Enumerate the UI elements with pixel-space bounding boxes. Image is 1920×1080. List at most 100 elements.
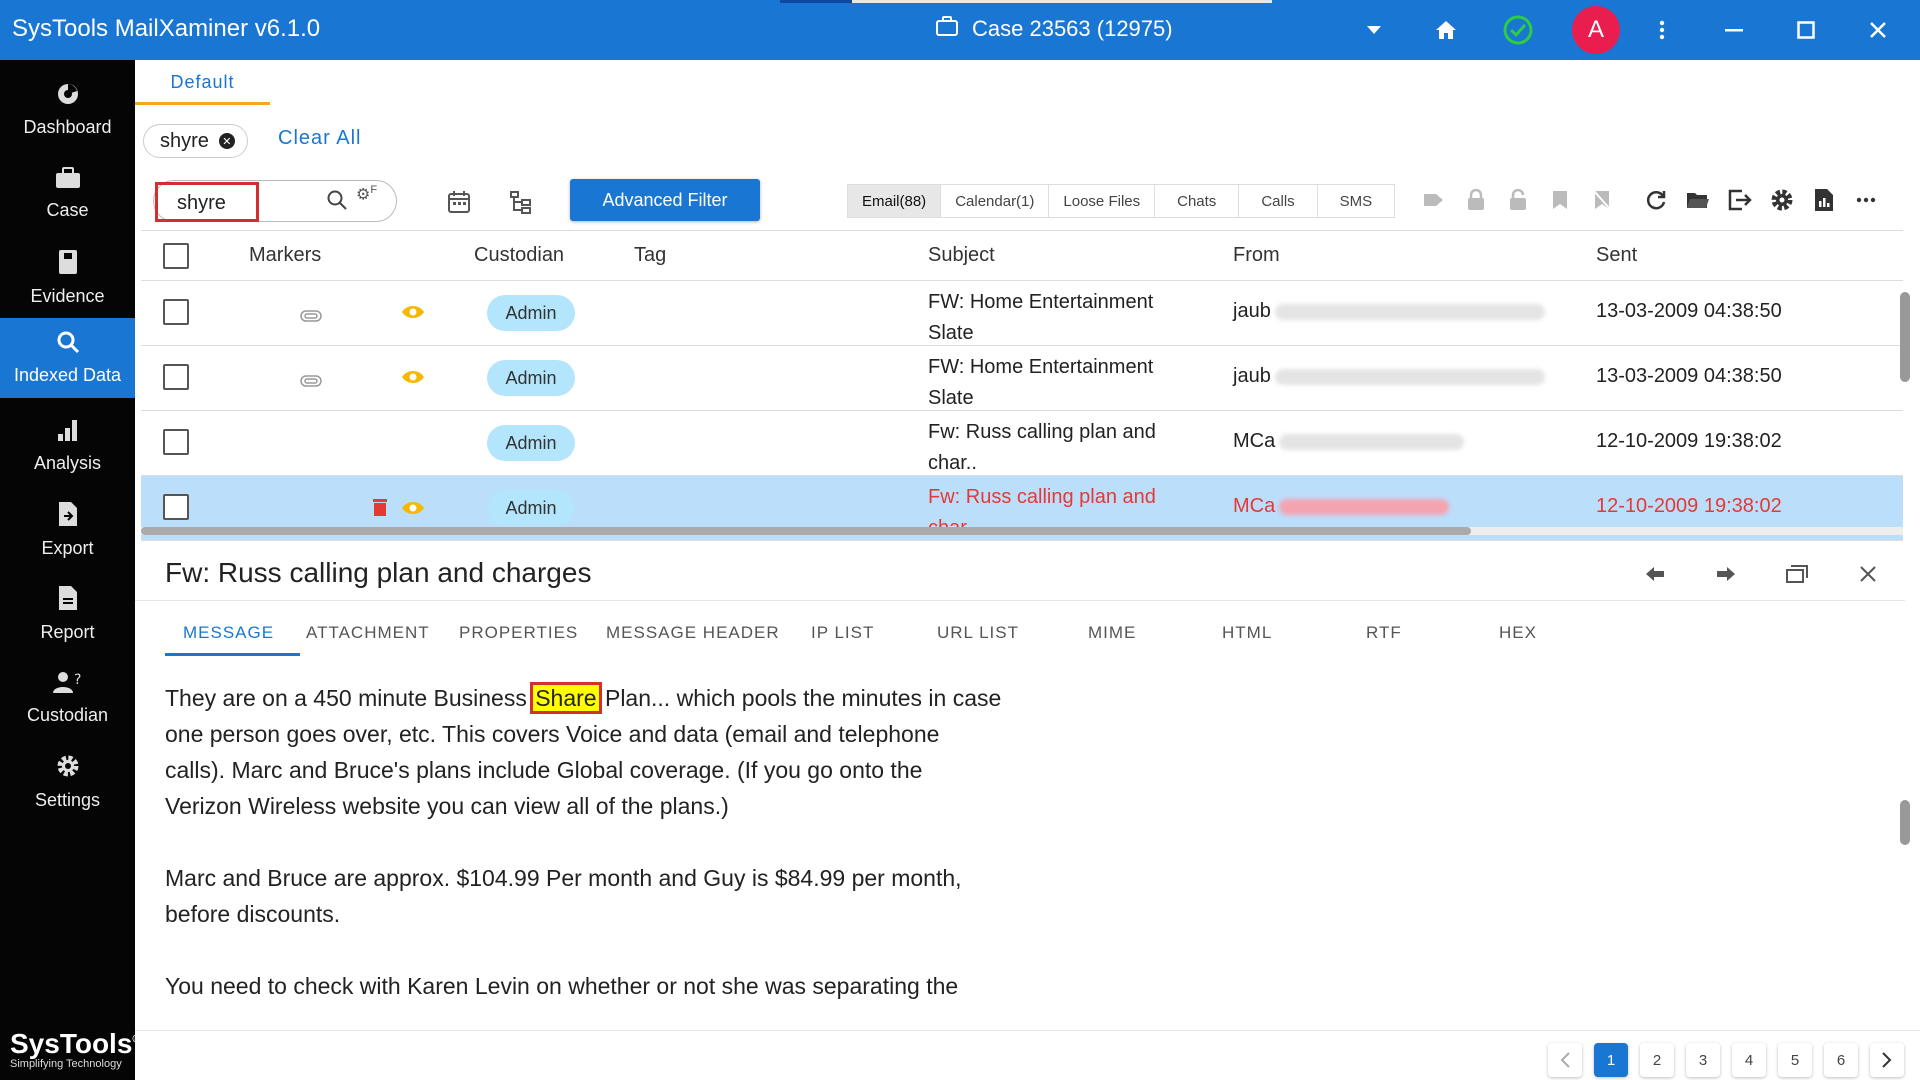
tab-attachment[interactable]: ATTACHMENT — [306, 623, 430, 643]
sidebar-item-report[interactable]: Report — [0, 574, 135, 654]
page-1[interactable]: 1 — [1594, 1043, 1628, 1077]
unlock-icon[interactable] — [1502, 184, 1534, 216]
delete-icon — [373, 498, 387, 522]
close-icon[interactable] — [1852, 558, 1884, 590]
table-row[interactable]: Admin Fw: Russ calling plan and char.. M… — [141, 411, 1903, 476]
tab-message[interactable]: MESSAGE — [183, 623, 274, 643]
previous-arrow-icon[interactable] — [1639, 558, 1671, 590]
row-from: jaub — [1233, 365, 1545, 388]
table-vertical-scrollbar[interactable] — [1900, 232, 1910, 532]
tab-url-list[interactable]: URL LIST — [937, 623, 1019, 643]
tab-email[interactable]: Email(88) — [848, 185, 942, 217]
tab-sms[interactable]: SMS — [1318, 185, 1395, 217]
next-arrow-icon[interactable] — [1710, 558, 1742, 590]
clear-all-button[interactable]: Clear All — [278, 127, 361, 150]
tag-icon[interactable] — [1418, 184, 1450, 216]
page-3[interactable]: 3 — [1686, 1043, 1720, 1077]
horizontal-scrollbar[interactable] — [141, 527, 1903, 535]
table-row[interactable]: Admin FW: Home Entertainment Slate jaub … — [141, 281, 1903, 346]
preview-vertical-scrollbar[interactable] — [1900, 660, 1910, 1070]
select-all-checkbox[interactable] — [163, 243, 189, 269]
tab-html[interactable]: HTML — [1222, 623, 1272, 643]
file-report-icon[interactable] — [1808, 184, 1840, 216]
chevron-down-icon[interactable] — [1358, 14, 1390, 46]
page-2[interactable]: 2 — [1640, 1043, 1674, 1077]
scrollbar-thumb[interactable] — [1900, 292, 1910, 382]
more-vertical-icon[interactable] — [1646, 14, 1678, 46]
sidebar-item-label: Settings — [34, 790, 101, 810]
page-5[interactable]: 5 — [1778, 1043, 1812, 1077]
tab-calendar[interactable]: Calendar(1) — [941, 185, 1050, 217]
home-icon[interactable] — [1430, 14, 1462, 46]
row-subject: Fw: Russ calling plan and char.. — [928, 421, 1156, 474]
tab-mime[interactable]: MIME — [1088, 623, 1136, 643]
tab-chats[interactable]: Chats — [1155, 185, 1240, 217]
status-check-icon[interactable] — [1502, 14, 1534, 46]
maximize-icon[interactable] — [1790, 14, 1822, 46]
avatar[interactable]: A — [1572, 6, 1620, 54]
row-checkbox[interactable] — [163, 429, 189, 455]
header-tag[interactable]: Tag — [634, 244, 666, 267]
sidebar-item-settings[interactable]: Settings — [0, 742, 135, 822]
refresh-icon[interactable] — [1640, 184, 1672, 216]
header-from[interactable]: From — [1233, 244, 1280, 267]
advanced-filter-button[interactable]: Advanced Filter — [570, 179, 760, 221]
folder-open-icon[interactable] — [1682, 184, 1714, 216]
page-4[interactable]: 4 — [1732, 1043, 1766, 1077]
next-page-icon[interactable] — [1870, 1043, 1904, 1077]
header-custodian[interactable]: Custodian — [474, 244, 564, 267]
header-markers[interactable]: Markers — [249, 244, 321, 267]
tab-message-header[interactable]: MESSAGE HEADER — [606, 623, 780, 643]
sidebar-item-indexed-data[interactable]: Indexed Data — [0, 318, 135, 398]
row-checkbox[interactable] — [163, 494, 189, 520]
scrollbar-thumb[interactable] — [1900, 800, 1910, 845]
brand-logo: SysTools® Simplifying Technology — [10, 1028, 141, 1070]
tab-calls[interactable]: Calls — [1239, 185, 1318, 217]
tab-rtf[interactable]: RTF — [1366, 623, 1402, 643]
filter-chip[interactable]: shyre ✕ — [143, 124, 248, 158]
popout-window-icon[interactable] — [1781, 558, 1813, 590]
bookmark-icon[interactable] — [1544, 184, 1576, 216]
row-from: MCa — [1233, 430, 1465, 453]
scrollbar-thumb[interactable] — [141, 527, 1471, 535]
close-icon[interactable]: ✕ — [218, 133, 235, 149]
report-file-icon — [58, 585, 78, 616]
case-selector[interactable]: Case 23563 (12975) — [936, 16, 1173, 42]
close-icon[interactable] — [1862, 14, 1894, 46]
tab-ip-list[interactable]: IP LIST — [811, 623, 874, 643]
header-sent[interactable]: Sent — [1596, 244, 1637, 267]
lock-icon[interactable] — [1460, 184, 1492, 216]
page-6[interactable]: 6 — [1824, 1043, 1858, 1077]
table-row[interactable]: Admin FW: Home Entertainment Slate jaub … — [141, 346, 1903, 411]
header-subject[interactable]: Subject — [928, 244, 995, 267]
previous-page-icon[interactable] — [1548, 1043, 1582, 1077]
gear-icon[interactable] — [1766, 184, 1798, 216]
search-icon[interactable] — [326, 189, 348, 216]
sidebar-item-label: Case — [46, 200, 89, 220]
tab-default[interactable]: Default — [135, 72, 270, 105]
minimize-icon[interactable] — [1718, 14, 1750, 46]
title-bar: SysTools MailXaminer v6.1.0 Case 23563 (… — [0, 0, 1920, 60]
calendar-icon[interactable] — [441, 184, 477, 220]
search-settings-icon[interactable]: ⚙F — [356, 184, 377, 204]
sidebar-item-export[interactable]: Export — [0, 490, 135, 570]
tab-loose-files[interactable]: Loose Files — [1049, 185, 1156, 217]
tab-hex[interactable]: HEX — [1499, 623, 1537, 643]
remove-bookmark-icon[interactable] — [1586, 184, 1618, 216]
more-horizontal-icon[interactable] — [1850, 184, 1882, 216]
row-subject: FW: Home Entertainment Slate — [928, 356, 1154, 409]
sidebar-item-analysis[interactable]: Analysis — [0, 406, 135, 486]
sidebar-item-label: Report — [40, 622, 95, 642]
row-checkbox[interactable] — [163, 299, 189, 325]
search-input[interactable]: shyre — [155, 182, 259, 222]
sidebar-item-case[interactable]: Case — [0, 154, 135, 234]
row-checkbox[interactable] — [163, 364, 189, 390]
attachment-icon — [300, 370, 322, 393]
export-icon[interactable] — [1724, 184, 1756, 216]
sidebar-item-dashboard[interactable]: Dashboard — [0, 70, 135, 150]
sidebar-item-evidence[interactable]: Evidence — [0, 238, 135, 318]
tree-view-icon[interactable] — [503, 184, 539, 220]
sidebar-item-custodian[interactable]: ? Custodian — [0, 658, 135, 738]
tab-properties[interactable]: PROPERTIES — [459, 623, 578, 643]
briefcase-icon — [936, 16, 958, 42]
